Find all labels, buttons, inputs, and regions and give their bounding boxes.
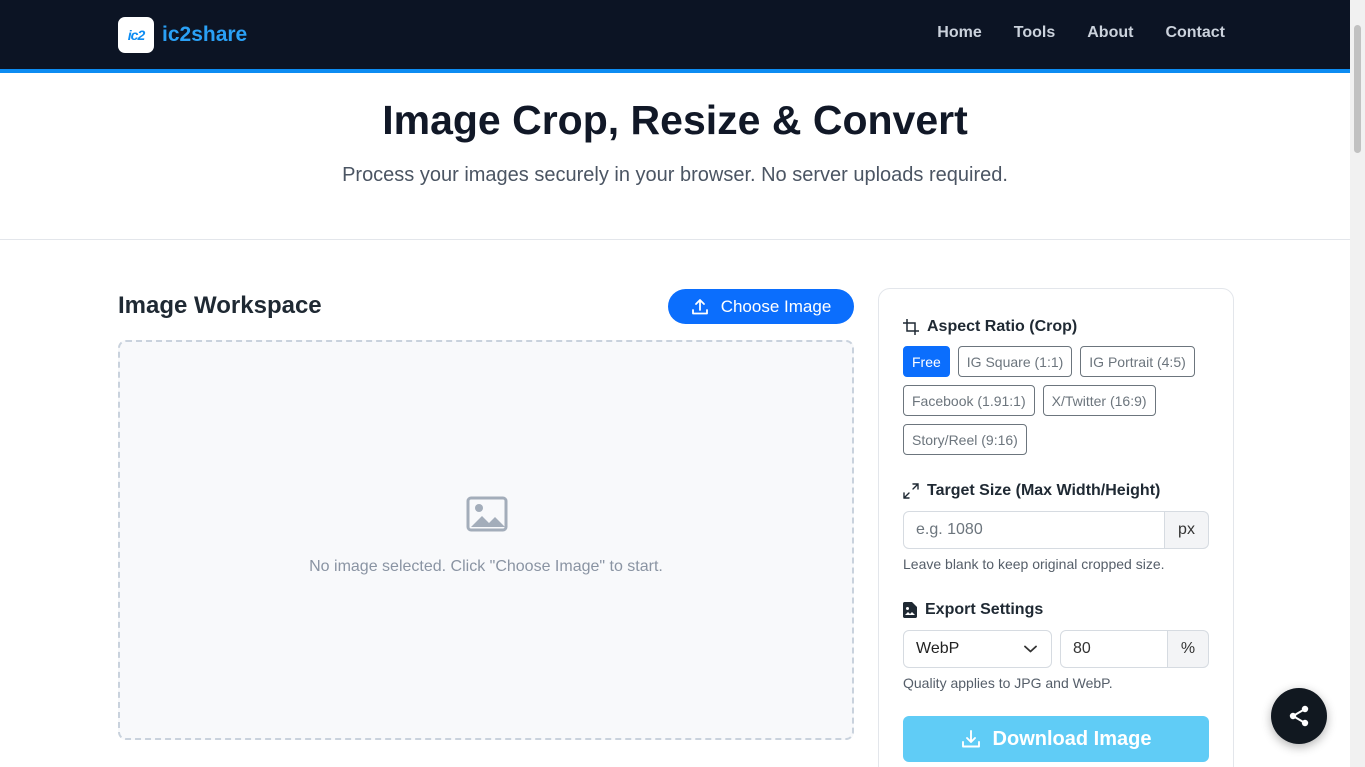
nav-links: Home Tools About Contact — [937, 24, 1225, 42]
empty-state-text: No image selected. Click "Choose Image" … — [309, 558, 663, 575]
hero: Image Crop, Resize & Convert Process you… — [0, 73, 1350, 240]
aspect-option-ig-portrait[interactable]: IG Portrait (4:5) — [1080, 346, 1195, 377]
page-subtitle: Process your images securely in your bro… — [342, 164, 1008, 186]
aspect-ratio-heading: Aspect Ratio (Crop) — [903, 318, 1077, 336]
export-heading: Export Settings — [903, 601, 1043, 619]
quality-help: Quality applies to JPG and WebP. — [903, 675, 1113, 691]
format-select-value: WebP — [916, 640, 960, 657]
upload-icon — [691, 298, 708, 314]
download-button[interactable]: Download Image — [903, 716, 1209, 762]
target-size-input[interactable] — [903, 511, 1165, 549]
workspace-title: Image Workspace — [118, 292, 322, 319]
settings-panel: Aspect Ratio (Crop) Free IG Square (1:1)… — [878, 288, 1234, 767]
brand-name[interactable]: ic2share — [162, 23, 247, 47]
export-title: Export Settings — [925, 601, 1044, 618]
share-icon — [1289, 705, 1309, 727]
chevron-down-icon — [1024, 645, 1037, 653]
aspect-option-twitter[interactable]: X/Twitter (16:9) — [1042, 385, 1156, 416]
target-size-title: Target Size (Max Width/Height) — [927, 482, 1161, 499]
share-button[interactable] — [1271, 688, 1327, 744]
expand-icon — [903, 483, 919, 499]
image-placeholder-icon — [466, 496, 508, 532]
target-size-unit: px — [1165, 511, 1209, 549]
aspect-ratio-title: Aspect Ratio (Crop) — [927, 318, 1078, 335]
download-icon — [961, 730, 980, 748]
target-size-group: px — [903, 511, 1209, 549]
target-size-heading: Target Size (Max Width/Height) — [903, 482, 1160, 500]
quality-input[interactable] — [1060, 630, 1168, 668]
nav-contact[interactable]: Contact — [1165, 24, 1225, 42]
choose-image-label: Choose Image — [720, 296, 832, 316]
page-scrollbar[interactable] — [1350, 0, 1365, 767]
quality-group: % — [1060, 630, 1209, 668]
brand[interactable]: ic2 ic2share — [118, 17, 247, 53]
page-title: Image Crop, Resize & Convert — [382, 97, 968, 143]
nav-about[interactable]: About — [1087, 24, 1133, 42]
target-size-help: Leave blank to keep original cropped siz… — [903, 556, 1165, 572]
aspect-option-story[interactable]: Story/Reel (9:16) — [903, 424, 1027, 455]
nav-home[interactable]: Home — [937, 24, 981, 42]
file-image-icon — [903, 602, 917, 618]
aspect-option-free[interactable]: Free — [903, 346, 950, 377]
quality-unit: % — [1168, 630, 1209, 668]
format-select[interactable]: WebP — [903, 630, 1052, 668]
aspect-option-facebook[interactable]: Facebook (1.91:1) — [903, 385, 1035, 416]
brand-logo[interactable]: ic2 — [118, 17, 154, 53]
image-dropzone[interactable]: No image selected. Click "Choose Image" … — [118, 340, 854, 740]
scrollbar-thumb[interactable] — [1354, 25, 1361, 153]
aspect-option-ig-square[interactable]: IG Square (1:1) — [957, 346, 1073, 377]
aspect-options: Free IG Square (1:1) IG Portrait (4:5) F… — [903, 346, 1213, 455]
crop-icon — [903, 319, 919, 335]
choose-image-button[interactable]: Choose Image — [668, 289, 854, 324]
download-label: Download Image — [992, 727, 1152, 750]
nav-tools[interactable]: Tools — [1014, 24, 1055, 42]
top-navbar: ic2 ic2share Home Tools About Contact — [0, 0, 1350, 73]
